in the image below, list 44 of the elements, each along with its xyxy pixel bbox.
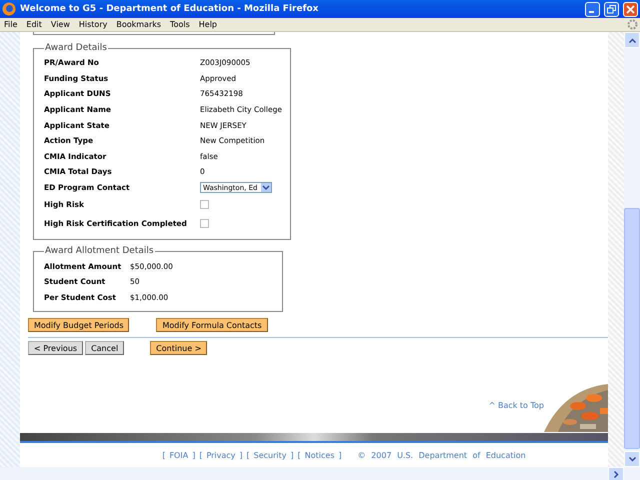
bracket-text: [ [298, 450, 301, 460]
back-to-top-link[interactable]: ^ Back to Top [488, 401, 544, 410]
menu-item[interactable]: Edit [26, 20, 42, 29]
scroll-down-icon[interactable] [628, 456, 636, 462]
bracket-text: ] [239, 450, 243, 460]
checkbox[interactable] [200, 200, 209, 210]
footer-link[interactable]: Notices [304, 450, 334, 460]
minimize-button[interactable] [585, 2, 600, 16]
bracket-text: [ [246, 450, 250, 460]
globe-icon [2, 2, 16, 16]
window-title: Welcome to G5 - Department of Education - Mozilla Firefox [20, 4, 320, 14]
menu-item[interactable]: Bookmarks [116, 20, 162, 29]
section-legend: Award Allotment Details [44, 246, 155, 256]
footer-link[interactable]: FOIA [169, 450, 188, 460]
action-button[interactable]: Modify Formula Contacts [156, 318, 268, 332]
copyright-text: © 2007 U.S. Department of Education [358, 450, 526, 460]
close-button[interactable] [623, 2, 638, 16]
bracket-text: ] [338, 450, 342, 460]
nav-button[interactable]: Cancel [85, 341, 124, 356]
checkbox[interactable] [200, 219, 209, 228]
footer-link[interactable]: Security [254, 450, 287, 460]
horizontal-scrollbar[interactable] [0, 467, 640, 480]
throbber-icon [627, 19, 638, 30]
close-icon [626, 4, 635, 14]
scroll-right-icon[interactable] [614, 470, 618, 478]
bracket-text: [ [162, 450, 166, 460]
action-button[interactable]: Modify Budget Periods [28, 318, 130, 332]
menu-item[interactable]: Help [198, 20, 218, 29]
bracket-text: [ [199, 450, 202, 460]
menu-item[interactable]: Tools [170, 20, 190, 29]
section-legend: Award Details [44, 43, 108, 53]
caret-icon [261, 183, 271, 192]
continue-button[interactable]: Continue > [150, 341, 208, 356]
menu-item[interactable]: History [78, 20, 108, 29]
restore-button[interactable] [604, 2, 619, 16]
bracket-text: ] [290, 450, 294, 460]
bracket-text: ] [192, 450, 196, 460]
vertical-scrollbar[interactable] [624, 32, 640, 467]
restore-icon [607, 4, 616, 14]
menu-item[interactable]: View [50, 20, 70, 29]
menu-item[interactable]: File [4, 20, 18, 29]
nav-button[interactable]: < Previous [28, 341, 84, 356]
scroll-up-icon[interactable] [628, 38, 636, 42]
footer-link[interactable]: Privacy [206, 450, 236, 460]
